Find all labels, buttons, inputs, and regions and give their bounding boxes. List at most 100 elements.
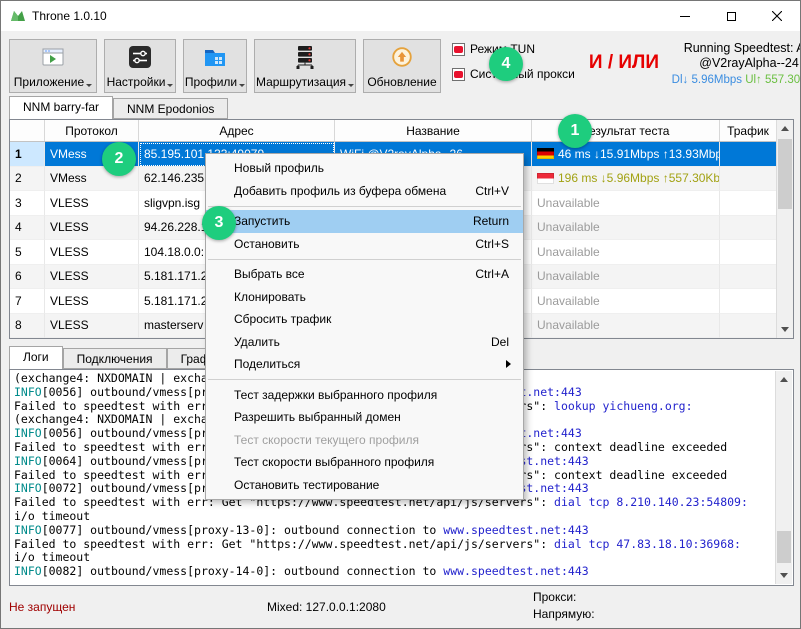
menu-item[interactable]: Сбросить трафик bbox=[206, 308, 523, 331]
toolbar: Приложение Настройки Профили bbox=[9, 39, 801, 93]
checkbox-icon bbox=[452, 43, 465, 56]
menu-item[interactable]: Добавить профиль из буфера обменаCtrl+V bbox=[206, 180, 523, 203]
menu-separator bbox=[208, 379, 521, 380]
tab-nnm-barry-far[interactable]: NNM barry-far bbox=[9, 96, 113, 119]
update-button[interactable]: Обновление bbox=[363, 39, 441, 93]
close-button[interactable] bbox=[754, 1, 800, 31]
scroll-up-icon[interactable] bbox=[777, 120, 793, 137]
cell-proto: VLESS bbox=[45, 265, 139, 290]
settings-button[interactable]: Настройки bbox=[104, 39, 176, 93]
close-icon bbox=[772, 11, 782, 21]
maximize-icon bbox=[727, 12, 736, 21]
table-scrollbar[interactable] bbox=[776, 120, 793, 338]
log-line: i/o timeout bbox=[14, 551, 793, 565]
table-header: Протокол Адрес Название Результат теста … bbox=[10, 120, 776, 142]
speedtest-status-line1: Running Speedtest: All- bbox=[665, 41, 801, 56]
application-button-label: Приложение bbox=[14, 75, 84, 89]
cell-result: 196 ms ↓5.96Mbps ↑557.30Kbps bbox=[532, 167, 720, 192]
submenu-arrow-icon bbox=[506, 360, 515, 368]
menu-item[interactable]: Новый профиль bbox=[206, 157, 523, 180]
cell-result: Unavailable bbox=[532, 240, 720, 265]
routing-button-label: Маршрутизация bbox=[256, 75, 346, 89]
cell-proto: VLESS bbox=[45, 314, 139, 339]
cell-num: 7 bbox=[10, 289, 45, 314]
cell-num: 5 bbox=[10, 240, 45, 265]
step-badge-1: 1 bbox=[558, 114, 592, 148]
context-menu: Новый профильДобавить профиль из буфера … bbox=[205, 153, 524, 500]
update-arrow-icon bbox=[390, 43, 414, 70]
cell-traffic bbox=[720, 191, 776, 216]
direct-status-label: Напрямую: bbox=[533, 607, 595, 621]
download-speed: Dl↓ 5.96Mbps bbox=[672, 74, 742, 86]
cell-traffic bbox=[720, 216, 776, 241]
maximize-button[interactable] bbox=[708, 1, 754, 31]
cell-result: Unavailable bbox=[532, 314, 720, 339]
menu-item[interactable]: Клонировать bbox=[206, 286, 523, 309]
menu-item[interactable]: Тест скорости выбранного профиля bbox=[206, 451, 523, 474]
cell-num: 6 bbox=[10, 265, 45, 290]
cell-traffic bbox=[720, 314, 776, 339]
dropdown-arrow-icon bbox=[167, 84, 173, 90]
menu-item[interactable]: ЗапуститьReturn bbox=[206, 210, 523, 233]
speedtest-status: Running Speedtest: All- @V2rayAlpha--24 … bbox=[665, 41, 801, 86]
menu-item[interactable]: Тест скорости текущего профиля bbox=[206, 429, 523, 452]
update-button-label: Обновление bbox=[367, 75, 436, 89]
cell-num: 4 bbox=[10, 216, 45, 241]
profiles-button[interactable]: Профили bbox=[183, 39, 247, 93]
step-badge-3: 3 bbox=[202, 206, 236, 240]
profile-group-tabs: NNM barry-far NNM Epodonios bbox=[9, 96, 228, 119]
cell-num: 3 bbox=[10, 191, 45, 216]
scrollbar-thumb[interactable] bbox=[778, 139, 792, 209]
tab-nnm-epodonios[interactable]: NNM Epodonios bbox=[113, 98, 228, 119]
dropdown-arrow-icon bbox=[86, 84, 92, 90]
menu-item[interactable]: Выбрать всеCtrl+A bbox=[206, 263, 523, 286]
header-traffic: Трафик bbox=[720, 120, 776, 141]
routing-servers-icon bbox=[292, 43, 318, 70]
mixed-port-status: Mixed: 127.0.0.1:2080 bbox=[267, 600, 386, 614]
menu-item[interactable]: Остановить тестирование bbox=[206, 474, 523, 497]
log-scrollbar[interactable] bbox=[775, 371, 792, 584]
scroll-up-icon[interactable] bbox=[776, 371, 792, 388]
scrollbar-thumb[interactable] bbox=[777, 531, 791, 563]
cell-result: Unavailable bbox=[532, 265, 720, 290]
step-badge-4: 4 bbox=[489, 47, 523, 81]
cell-result: Unavailable bbox=[532, 191, 720, 216]
scroll-down-icon[interactable] bbox=[777, 321, 793, 338]
menu-item[interactable]: Тест задержки выбранного профиля bbox=[206, 384, 523, 407]
cell-result: 46 ms ↓15.91Mbps ↑13.93Mbps bbox=[532, 142, 720, 167]
menu-item[interactable]: Поделиться bbox=[206, 353, 523, 376]
cell-traffic bbox=[720, 167, 776, 192]
menu-separator bbox=[208, 206, 521, 207]
cell-traffic bbox=[720, 289, 776, 314]
germany-flag-icon bbox=[537, 148, 554, 159]
proxy-status-label: Прокси: bbox=[533, 590, 576, 604]
application-menu-button[interactable]: Приложение bbox=[9, 39, 97, 93]
app-logo-icon bbox=[10, 8, 26, 24]
tab-connections[interactable]: Подключения bbox=[63, 348, 167, 369]
header-address: Адрес bbox=[139, 120, 335, 141]
minimize-icon bbox=[680, 16, 690, 17]
run-state-status: Не запущен bbox=[9, 600, 75, 614]
log-line: INFO[0077] outbound/vmess[proxy-13-0]: o… bbox=[14, 524, 793, 538]
red-check-mark-icon bbox=[454, 71, 463, 78]
dropdown-arrow-icon bbox=[239, 84, 245, 90]
cell-proto: VLESS bbox=[45, 289, 139, 314]
cell-proto: VLESS bbox=[45, 240, 139, 265]
menu-item[interactable]: УдалитьDel bbox=[206, 331, 523, 354]
and-or-annotation: И / ИЛИ bbox=[589, 52, 659, 74]
profiles-button-label: Профили bbox=[185, 75, 237, 89]
scroll-down-icon[interactable] bbox=[776, 567, 792, 584]
log-line: INFO[0082] outbound/vmess[proxy-14-0]: o… bbox=[14, 565, 793, 579]
bottom-panel-tabs: Логи Подключения График bbox=[9, 346, 236, 369]
speedtest-status-line2: @V2rayAlpha--24 bbox=[665, 56, 801, 71]
red-check-mark-icon bbox=[454, 46, 463, 53]
menu-item[interactable]: Разрешить выбранный домен bbox=[206, 406, 523, 429]
routing-button[interactable]: Маршрутизация bbox=[254, 39, 356, 93]
minimize-button[interactable] bbox=[662, 1, 708, 31]
header-row-number bbox=[10, 120, 45, 141]
dropdown-arrow-icon bbox=[348, 84, 354, 90]
menu-item[interactable]: ОстановитьCtrl+S bbox=[206, 233, 523, 256]
window-controls bbox=[662, 1, 800, 31]
system-proxy-label: Системный прокси bbox=[470, 67, 575, 81]
tab-logs[interactable]: Логи bbox=[9, 346, 63, 369]
